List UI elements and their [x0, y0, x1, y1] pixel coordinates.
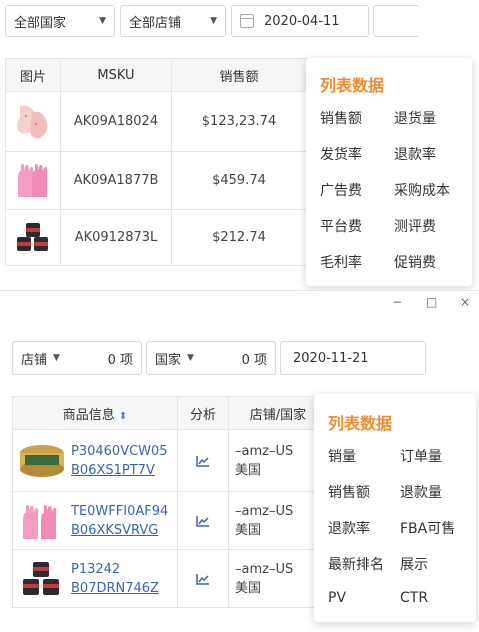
store-select-value: 全部店铺 — [129, 15, 182, 31]
option-refund-rate[interactable]: 退款率 — [328, 518, 370, 538]
option-promo-fee[interactable]: 促销费 — [394, 252, 436, 272]
product-code[interactable]: TE0WFFI0AF94 — [71, 502, 168, 521]
country-select-value: 全部国家 — [14, 15, 67, 31]
gloves-image — [23, 504, 57, 539]
minimize-icon[interactable]: − — [392, 295, 402, 309]
country-filter-count: 0 项 — [241, 352, 267, 368]
table-row[interactable]: P30460VCW05 B06XS1PT7V –amz–US 美国 — [12, 429, 328, 492]
sort-icon[interactable]: ⬍ — [119, 411, 127, 422]
option-ctr[interactable]: CTR — [400, 590, 428, 606]
cat-food-can-image — [20, 444, 64, 477]
date-value: 2020-11-21 — [293, 350, 369, 366]
store-select[interactable]: 全部店铺 ▼ — [120, 5, 226, 37]
sales-cell: $123,23.74 — [171, 91, 307, 152]
cans-image — [23, 561, 59, 595]
analysis-cell — [177, 549, 229, 608]
trend-chart-icon[interactable] — [196, 573, 210, 585]
store-name: –amz–US — [235, 503, 294, 519]
option-returns[interactable]: 退货量 — [394, 108, 436, 128]
socks-image — [17, 105, 48, 138]
col-product-info[interactable]: 商品信息 ⬍ — [12, 396, 178, 430]
close-icon[interactable]: × — [460, 295, 470, 309]
date-picker[interactable]: 2020-04-11 — [231, 5, 369, 37]
option-impressions[interactable]: 展示 — [400, 554, 428, 574]
option-purchase-cost[interactable]: 采购成本 — [394, 180, 450, 200]
country-select[interactable]: 全部国家 ▼ — [5, 5, 115, 37]
col-sales: 销售额 — [171, 58, 307, 92]
product-image — [5, 209, 61, 266]
product-code[interactable]: P30460VCW05 — [71, 442, 168, 461]
product-image — [5, 91, 61, 152]
option-ad-cost[interactable]: 广告费 — [320, 180, 362, 200]
country-name: 美国 — [235, 522, 262, 538]
option-review-fee[interactable]: 测评费 — [394, 216, 436, 236]
cans-image — [17, 222, 48, 251]
country-name: 美国 — [235, 580, 262, 596]
store-name: –amz–US — [235, 561, 294, 577]
asin-link[interactable]: B06XS1PT7V — [71, 461, 168, 480]
option-sales[interactable]: 销售额 — [320, 108, 362, 128]
analysis-cell — [177, 491, 229, 550]
option-orders[interactable]: 订单量 — [400, 446, 442, 466]
chevron-down-icon: ▼ — [210, 16, 217, 26]
option-units[interactable]: 销量 — [328, 446, 356, 466]
msku-cell: AK0912873L — [60, 209, 172, 266]
option-fba-available[interactable]: FBA可售 — [400, 518, 455, 538]
country-name: 美国 — [235, 462, 262, 478]
table-row[interactable]: P13242 B07DRN746Z –amz–US 美国 — [12, 549, 328, 608]
option-ship-rate[interactable]: 发货率 — [320, 144, 362, 164]
list-data-panel: 列表数据 销售额 退货量 发货率 退款率 广告费 采购成本 平台费 测评费 毛利… — [306, 58, 472, 286]
option-pv[interactable]: PV — [328, 590, 346, 606]
country-filter-label: 国家 — [155, 352, 182, 368]
calendar-icon — [240, 14, 254, 28]
store-name: –amz–US — [235, 443, 294, 459]
product-code[interactable]: P13242 — [71, 560, 159, 579]
product-info-table: 商品信息 ⬍ 分析 店铺/国家 P30460VCW05 B06XS1PT7V –… — [12, 396, 328, 608]
trend-chart-icon[interactable] — [196, 455, 210, 467]
table-header: 商品信息 ⬍ 分析 店铺/国家 — [12, 396, 328, 430]
store-filter[interactable]: 店铺 ▼ 0 项 — [12, 341, 142, 375]
option-refund-rate[interactable]: 退款率 — [394, 144, 436, 164]
date-picker-bottom[interactable]: 2020-11-21 — [280, 341, 426, 375]
store-filter-label: 店铺 — [21, 352, 48, 368]
gloves-image — [18, 163, 48, 197]
msku-cell: AK09A1877B — [60, 151, 172, 210]
sales-cell: $212.74 — [171, 209, 307, 266]
option-platform-fee[interactable]: 平台费 — [320, 216, 362, 236]
list-data-panel-bottom: 列表数据 销量 订单量 销售额 退款量 退款率 FBA可售 最新排名 展示 PV… — [314, 394, 476, 622]
option-refunds[interactable]: 退款量 — [400, 482, 442, 502]
option-gross-margin[interactable]: 毛利率 — [320, 252, 362, 272]
panel-title: 列表数据 — [320, 76, 385, 95]
product-image — [5, 151, 61, 210]
sales-cell: $459.74 — [171, 151, 307, 210]
store-filter-count: 0 项 — [107, 352, 133, 368]
asin-link[interactable]: B06XKSVRVG — [71, 521, 168, 540]
panel-title: 列表数据 — [328, 414, 393, 433]
col-analysis: 分析 — [177, 396, 229, 430]
msku-cell: AK09A18024 — [60, 91, 172, 152]
date-value: 2020-04-11 — [264, 13, 340, 29]
maximize-icon[interactable]: □ — [426, 295, 437, 309]
col-msku: MSKU — [60, 58, 172, 92]
country-filter[interactable]: 国家 ▼ 0 项 — [146, 341, 276, 375]
chevron-down-icon: ▼ — [99, 16, 106, 26]
option-latest-rank[interactable]: 最新排名 — [328, 554, 384, 574]
table-row[interactable]: TE0WFFI0AF94 B06XKSVRVG –amz–US 美国 — [12, 491, 328, 550]
chevron-down-icon: ▼ — [53, 353, 60, 363]
option-sales[interactable]: 销售额 — [328, 482, 370, 502]
col-store-country: 店铺/国家 — [228, 396, 328, 430]
col-image: 图片 — [5, 58, 61, 92]
asin-link[interactable]: B07DRN746Z — [71, 579, 159, 598]
chevron-down-icon: ▼ — [187, 353, 194, 363]
extra-filter[interactable] — [373, 5, 418, 37]
analysis-cell — [177, 429, 229, 492]
trend-chart-icon[interactable] — [196, 515, 210, 527]
